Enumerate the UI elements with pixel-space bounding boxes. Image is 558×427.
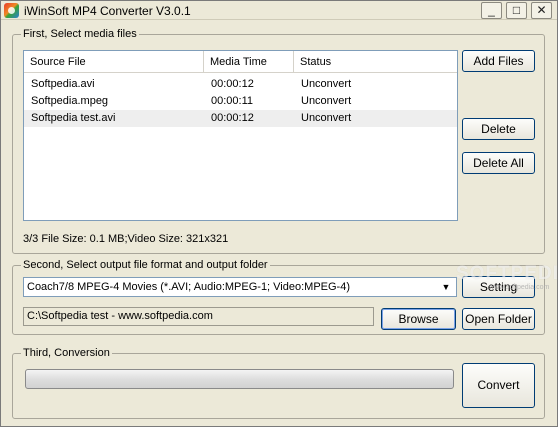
column-header-media-time[interactable]: Media Time [204,51,294,73]
title-bar[interactable]: iWinSoft MP4 Converter V3.0.1 _ □ ✕ [1,1,557,20]
delete-button[interactable]: Delete [462,118,535,140]
file-info-text: 3/3 File Size: 0.1 MB;Video Size: 321x32… [23,233,229,245]
output-folder-value: C:\Softpedia test - www.softpedia.com [27,310,213,322]
output-settings-label: Second, Select output file format and ou… [21,259,270,271]
column-header-status[interactable]: Status [294,51,457,73]
media-time-cell: 00:00:12 [211,78,254,90]
app-logo-icon [4,3,19,18]
list-item[interactable]: Softpedia.mpeg 00:00:11 Unconvert [24,93,457,110]
status-cell: Unconvert [301,78,352,90]
delete-all-button[interactable]: Delete All [462,152,535,174]
app-window: iWinSoft MP4 Converter V3.0.1 _ □ ✕ Firs… [0,0,558,427]
conversion-progress-bar [25,369,454,389]
select-media-label: First, Select media files [21,28,139,40]
column-header-source-file[interactable]: Source File [24,51,204,73]
output-format-value: Coach7/8 MPEG-4 Movies (*.AVI; Audio:MPE… [27,281,350,293]
softpedia-watermark-url: www.softpedia.com [489,284,550,291]
status-cell: Unconvert [301,112,352,124]
source-file-cell: Softpedia test.avi [31,112,116,124]
output-format-select[interactable]: Coach7/8 MPEG-4 Movies (*.AVI; Audio:MPE… [23,277,457,297]
open-folder-button[interactable]: Open Folder [462,308,535,330]
media-file-list[interactable]: Source File Media Time Status Softpedia.… [23,50,458,221]
softpedia-watermark: SOFTPEDIA [456,263,558,284]
add-files-button[interactable]: Add Files [462,50,535,72]
conversion-label: Third, Conversion [21,347,112,359]
output-folder-field[interactable]: C:\Softpedia test - www.softpedia.com [23,307,374,326]
source-file-cell: Softpedia.mpeg [31,95,109,107]
media-time-cell: 00:00:12 [211,112,254,124]
list-item[interactable]: Softpedia test.avi 00:00:12 Unconvert [24,110,457,127]
minimize-button[interactable]: _ [481,2,502,19]
window-title: iWinSoft MP4 Converter V3.0.1 [24,4,191,18]
list-header: Source File Media Time Status [24,51,457,73]
close-button[interactable]: ✕ [531,2,552,19]
status-cell: Unconvert [301,95,352,107]
media-time-cell: 00:00:11 [211,95,254,107]
chevron-down-icon[interactable]: ▼ [438,279,454,295]
convert-button[interactable]: Convert [462,363,535,408]
maximize-button[interactable]: □ [506,2,527,19]
source-file-cell: Softpedia.avi [31,78,95,90]
browse-button[interactable]: Browse [381,308,456,330]
list-item[interactable]: Softpedia.avi 00:00:12 Unconvert [24,76,457,93]
